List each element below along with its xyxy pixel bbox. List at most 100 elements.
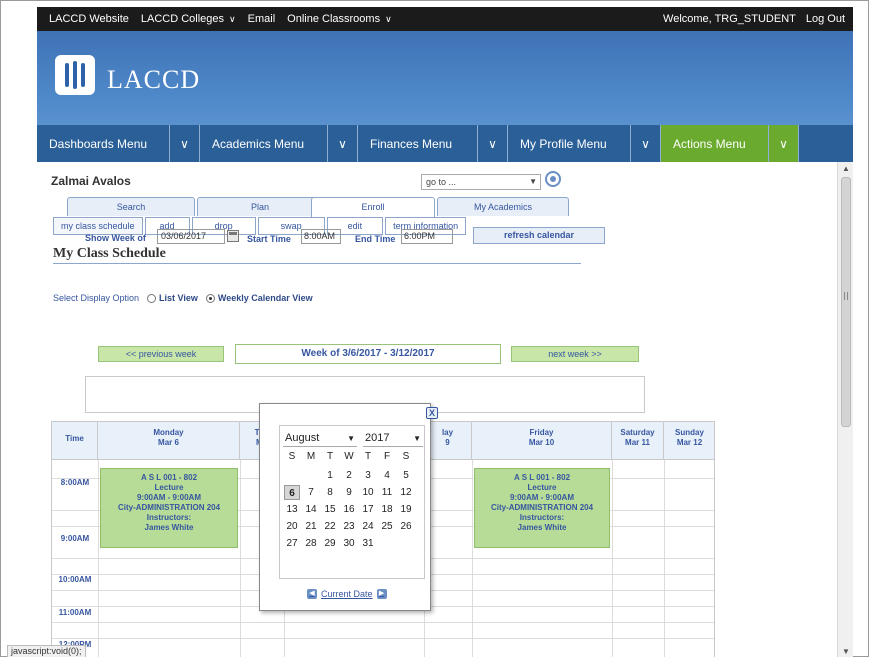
date-picker-day[interactable]: 21: [303, 519, 319, 534]
day-of-week-header: W: [344, 451, 354, 462]
date-picker-day[interactable]: 16: [341, 502, 357, 517]
next-week-button[interactable]: next week >>: [511, 346, 639, 362]
previous-month-icon[interactable]: ◀: [307, 589, 317, 599]
chevron-down-icon[interactable]: ∨: [477, 125, 507, 162]
header-day: lay: [441, 428, 454, 437]
date-picker-day[interactable]: 2: [341, 468, 357, 483]
date-picker-day[interactable]: 17: [360, 502, 376, 517]
page-title: My Class Schedule: [53, 246, 166, 261]
tab-my-academics[interactable]: My Academics: [437, 197, 569, 216]
calendar-icon[interactable]: [227, 230, 239, 242]
link-laccd-colleges[interactable]: LACCD Colleges ∨: [141, 13, 236, 25]
goto-button-icon[interactable]: [545, 171, 561, 187]
grid-line: [612, 460, 613, 657]
date-picker-day[interactable]: 9: [341, 485, 357, 500]
chevron-down-icon[interactable]: ∨: [169, 125, 199, 162]
date-picker-day[interactable]: 31: [360, 536, 376, 551]
radio-icon[interactable]: [147, 294, 157, 304]
class-instructors-label: Instructors:: [519, 513, 565, 522]
month-select[interactable]: August ▼: [283, 431, 357, 447]
date-picker-day[interactable]: 5: [398, 468, 414, 483]
time-label: 10:00AM: [58, 575, 92, 584]
grid-header-friday: Friday Mar 10: [472, 422, 612, 460]
grid-header-monday: Monday Mar 6: [98, 422, 240, 460]
class-time: 9:00AM - 9:00AM: [509, 493, 574, 502]
link-online-classrooms[interactable]: Online Classrooms ∨: [287, 13, 392, 25]
laccd-logo-icon[interactable]: [55, 55, 95, 95]
date-picker-day[interactable]: 27: [284, 536, 300, 551]
scrollbar-thumb[interactable]: [841, 177, 851, 427]
date-picker-day[interactable]: 12: [398, 485, 414, 500]
link-laccd-colleges-label: LACCD Colleges: [140, 13, 225, 25]
close-icon[interactable]: X: [426, 407, 438, 419]
day-of-week-header: F: [383, 451, 391, 462]
chevron-down-icon[interactable]: ∨: [630, 125, 660, 162]
chevron-down-icon[interactable]: ∨: [768, 125, 798, 162]
date-picker-day[interactable]: 30: [341, 536, 357, 551]
goto-select[interactable]: go to ... ▼: [421, 174, 541, 190]
scroll-up-icon[interactable]: ▲: [842, 164, 850, 173]
nav-finances-menu[interactable]: Finances Menu ∨: [358, 125, 508, 162]
date-picker-day[interactable]: 10: [360, 485, 376, 500]
grid-line: [472, 460, 473, 657]
scrollbar-grip-icon: [844, 292, 848, 300]
link-laccd-website[interactable]: LACCD Website: [49, 13, 129, 25]
date-picker-day[interactable]: 28: [303, 536, 319, 551]
class-block-monday[interactable]: A S L 001 - 802 Lecture 9:00AM - 9:00AM …: [100, 468, 238, 548]
refresh-calendar-button[interactable]: refresh calendar: [473, 227, 605, 244]
date-picker-day[interactable]: 14: [303, 502, 319, 517]
date-picker-day[interactable]: 29: [322, 536, 338, 551]
radio-list-view[interactable]: List View: [147, 293, 198, 304]
welcome-text: Welcome, TRG_STUDENT: [663, 13, 796, 25]
date-picker-day[interactable]: 20: [284, 519, 300, 534]
vertical-scrollbar[interactable]: ▲ ▼: [837, 162, 853, 657]
date-picker-day[interactable]: 13: [284, 502, 300, 517]
date-picker-day[interactable]: 1: [322, 468, 338, 483]
date-picker-day[interactable]: 24: [360, 519, 376, 534]
link-email[interactable]: Email: [248, 13, 276, 25]
tab-plan[interactable]: Plan: [197, 197, 323, 216]
tab-enroll[interactable]: Enroll: [311, 197, 435, 217]
scroll-down-icon[interactable]: ▼: [842, 647, 850, 656]
logout-link[interactable]: Log Out: [806, 13, 845, 25]
current-date-link[interactable]: Current Date: [321, 589, 373, 599]
nav-label: Dashboards Menu: [49, 136, 148, 151]
date-picker-day[interactable]: 7: [303, 485, 319, 500]
radio-weekly-calendar-view[interactable]: Weekly Calendar View: [205, 293, 313, 304]
nav-actions-menu[interactable]: Actions Menu ∨: [661, 125, 799, 162]
start-time-label: Start Time: [247, 234, 291, 244]
date-picker-day[interactable]: 3: [360, 468, 376, 483]
main-nav-bar: Dashboards Menu ∨ Academics Menu ∨ Finan…: [37, 125, 853, 162]
date-picker-day[interactable]: 18: [379, 502, 395, 517]
class-block-friday[interactable]: A S L 001 - 802 Lecture 9:00AM - 9:00AM …: [474, 468, 610, 548]
show-week-input[interactable]: 03/06/2017: [157, 229, 225, 244]
date-picker-day[interactable]: 15: [322, 502, 338, 517]
date-picker-day[interactable]: 23: [341, 519, 357, 534]
tab-search[interactable]: Search: [67, 197, 195, 216]
date-picker-day[interactable]: 8: [322, 485, 338, 500]
next-month-icon[interactable]: ▶: [376, 589, 387, 599]
date-picker-day[interactable]: 26: [398, 519, 414, 534]
radio-selected-icon[interactable]: [205, 294, 215, 304]
start-time-input[interactable]: 8:00AM: [301, 229, 341, 244]
nav-my-profile-menu[interactable]: My Profile Menu ∨: [508, 125, 661, 162]
date-picker-day[interactable]: 19: [398, 502, 414, 517]
date-picker-day[interactable]: 11: [379, 485, 395, 500]
end-time-input[interactable]: 6:00PM: [401, 229, 453, 244]
header-banner: LACCD: [37, 31, 853, 129]
date-picker-day[interactable]: 22: [322, 519, 338, 534]
nav-dashboards-menu[interactable]: Dashboards Menu ∨: [37, 125, 200, 162]
class-instructor: James White: [517, 523, 567, 532]
link-online-classrooms-label: Online Classrooms: [287, 13, 381, 25]
chevron-down-icon[interactable]: ∨: [327, 125, 357, 162]
date-picker-day[interactable]: 25: [379, 519, 395, 534]
header-day: Monday: [153, 428, 184, 437]
logo-text[interactable]: LACCD: [107, 65, 200, 95]
class-instructors-label: Instructors:: [146, 513, 192, 522]
date-picker-day[interactable]: 4: [379, 468, 395, 483]
header-date: Mar 12: [676, 438, 703, 447]
previous-week-button[interactable]: << previous week: [98, 346, 224, 362]
year-select[interactable]: 2017 ▼: [363, 431, 423, 447]
nav-academics-menu[interactable]: Academics Menu ∨: [200, 125, 358, 162]
date-picker-day-selected[interactable]: 6: [284, 485, 300, 500]
